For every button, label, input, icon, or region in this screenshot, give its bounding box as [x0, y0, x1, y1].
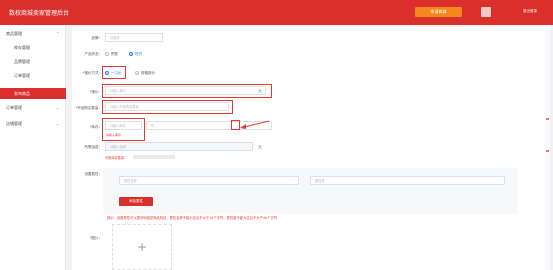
status-instock-radio[interactable]	[129, 52, 133, 56]
scroll-marker	[546, 118, 549, 120]
quote-fixed-radio[interactable]	[105, 71, 109, 75]
brand-select[interactable]: 请选择	[105, 33, 163, 42]
chevron-down-icon: ⌄	[56, 121, 60, 126]
sidebar-group-shops[interactable]: 店铺管理	[6, 121, 22, 127]
app-title: 数权商城卖家管理后台	[9, 10, 70, 17]
logout-link[interactable]: 退出登录	[523, 9, 537, 14]
image-label: *图片：	[89, 236, 102, 240]
brand-label: 品牌：	[91, 36, 103, 40]
status-instock-text: 现货	[135, 52, 142, 56]
chevron-down-icon: ⌄	[56, 105, 60, 110]
min-qty-label: *开始购买数量：	[75, 106, 102, 110]
apply-mall-button[interactable]: 申请商城	[415, 7, 462, 17]
min-qty-placeholder: 请输入开始购买数量	[110, 105, 139, 109]
chevron-up-icon: ⌃	[56, 31, 60, 36]
stock-unit-placeholder: 件	[151, 124, 155, 128]
sidebar-item-stock[interactable]: 库存管理	[14, 45, 30, 51]
sidebar-item-publish-label: 发布商品	[14, 91, 30, 96]
freight-placeholder: 请输入运费	[110, 145, 126, 149]
highlight-unit-icon	[231, 120, 240, 130]
stock-input[interactable]: 请输入库存	[105, 121, 142, 130]
price-suffix: 元	[258, 89, 262, 93]
sidebar-item-brand[interactable]: 品牌管理	[14, 59, 30, 65]
quote-fixed-text: 一口价	[111, 71, 122, 75]
apply-mall-label: 申请商城	[430, 9, 447, 14]
sidebar-group-goods[interactable]: 商品管理	[6, 31, 22, 37]
stock-label: *库存：	[89, 125, 102, 129]
price-placeholder: 请输入报价	[110, 89, 126, 93]
spec-name-placeholder: 属性名称	[124, 179, 137, 183]
add-spec-button[interactable]: 添加属性	[119, 197, 153, 206]
spec-value-placeholder: 属性值	[315, 179, 325, 183]
spec-name-input[interactable]: 属性名称	[119, 176, 299, 185]
min-qty-input[interactable]: 请输入开始购买数量	[105, 102, 229, 111]
plus-icon: +	[136, 240, 148, 254]
stock-placeholder: 请输入库存	[110, 124, 126, 128]
quote-spec-text: 规格报价	[141, 71, 155, 75]
status-presale-text: 预售	[111, 52, 118, 56]
price-label: *报价：	[89, 90, 102, 94]
stock-error: 请输入库存	[106, 133, 122, 137]
freight-input[interactable]: 请输入运费	[105, 142, 253, 151]
quote-type-label: *报价方式：	[82, 71, 102, 75]
sidebar-group-orders[interactable]: 订单管理	[6, 105, 22, 111]
price-input[interactable]: 请输入报价	[105, 86, 266, 95]
sidebar: 商品管理 ⌃ 库存管理 品牌管理 订单管理 发布商品 订单管理 ⌄ 店铺管理 ⌄	[0, 25, 66, 270]
sidebar-item-orders[interactable]: 订单管理	[14, 73, 30, 79]
sidebar-item-publish[interactable]: 发布商品	[0, 88, 66, 99]
freight-suffix: 元	[258, 145, 262, 149]
status-presale-radio[interactable]	[105, 52, 109, 56]
arrow-annotation	[240, 120, 270, 129]
scroll-marker	[546, 150, 549, 152]
top-bar: 数权商城卖家管理后台 申请商城 退出登录	[0, 0, 553, 25]
freight-note: 可用库存数量：	[105, 156, 128, 160]
status-label: 产品状态：	[84, 52, 103, 56]
redacted-value	[133, 155, 175, 159]
scrollbar[interactable]	[545, 27, 550, 270]
add-spec-label: 添加属性	[129, 199, 143, 203]
spec-panel	[103, 168, 518, 214]
freight-label: 所需运费：	[84, 145, 103, 149]
spec-hint: 提示：设置属性可以更好地描述商品特征，属性名称不能为空且不大于10个字符，属性值…	[107, 216, 277, 220]
image-upload[interactable]: +	[112, 224, 172, 270]
spec-value-input[interactable]: 属性值	[310, 176, 505, 185]
avatar[interactable]	[481, 7, 491, 17]
quote-spec-radio[interactable]	[135, 71, 139, 75]
brand-placeholder: 请选择	[110, 36, 120, 40]
spec-label: 设置属性：	[84, 172, 103, 176]
